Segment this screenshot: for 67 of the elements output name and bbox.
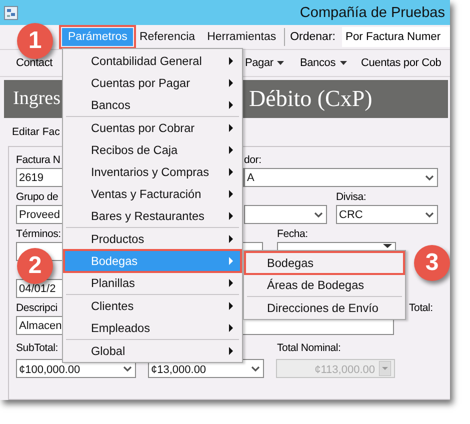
field-label: Total Nominal:	[277, 341, 341, 355]
sort-field[interactable]: Por Factura Numer	[342, 27, 450, 47]
menu-bar-item[interactable]: Referencia	[133, 28, 202, 46]
menu-item[interactable]: Productos	[64, 228, 241, 250]
caret-icon	[277, 61, 284, 65]
callout-badge: 3	[414, 245, 450, 281]
submenu-arrow-icon	[229, 57, 233, 65]
submenu-arrow-icon	[229, 347, 233, 355]
field-label: dor:	[244, 153, 262, 167]
menu-item[interactable]: Ventas y Facturación	[64, 183, 241, 205]
chevron-down-icon	[314, 212, 323, 218]
chevron-down-icon	[123, 366, 132, 372]
header-title: Ingres	[13, 88, 60, 110]
submenu-arrow-icon	[229, 324, 233, 332]
combo-box[interactable]: A	[244, 168, 438, 187]
caret-icon	[340, 61, 346, 65]
submenu-arrow-icon	[229, 168, 233, 176]
field-label: Factura N	[16, 153, 60, 167]
toolbar-button[interactable]: Cuentas por Cob	[361, 57, 442, 69]
menu-item[interactable]: Bancos	[64, 94, 241, 116]
combo-box[interactable]	[244, 205, 327, 224]
sort-label: Ordenar:	[290, 31, 336, 43]
menu-item[interactable]: Cuentas por Cobrar	[64, 117, 241, 139]
menu-item[interactable]: Direcciones de Envío	[245, 297, 404, 319]
submenu-arrow-icon	[229, 190, 233, 198]
menu-item[interactable]: Planillas	[64, 272, 241, 294]
toolbar-button[interactable]: Contact	[16, 57, 53, 69]
menu-bar-item[interactable]: Herramientas	[201, 28, 282, 46]
combo-box[interactable]: CRC	[336, 205, 438, 224]
dropdown-arrow-icon	[379, 361, 391, 376]
submenu-arrow-icon	[229, 124, 233, 132]
dropdown-arrow-icon	[383, 244, 392, 248]
menu-item[interactable]: Bares y Restaurantes	[64, 205, 241, 227]
chevron-down-icon	[251, 366, 260, 372]
chevron-down-icon	[425, 174, 434, 180]
menu-item[interactable]: Empleados	[64, 317, 241, 339]
field-label: Términos:	[16, 227, 61, 241]
menu-item[interactable]: Contabilidad General	[64, 50, 241, 72]
submenu-arrow-icon	[229, 101, 233, 109]
menu-item[interactable]: Recibos de Caja	[64, 139, 241, 161]
toolbar-dropdown[interactable]: Pagar	[245, 57, 284, 69]
callout-badge: 1	[17, 23, 53, 59]
submenu-arrow-icon	[229, 279, 233, 287]
chevron-down-icon	[425, 212, 434, 218]
menu-item[interactable]: Global	[64, 340, 241, 362]
field-label: Fecha:	[277, 227, 308, 241]
field-label: SubTotal:	[16, 341, 58, 355]
submenu-arrow-icon	[229, 79, 233, 87]
menu-item[interactable]: Áreas de Bodegas	[245, 274, 404, 296]
toolbar-dropdown[interactable]: Bancos	[300, 57, 346, 69]
menu-item[interactable]: Cuentas por Pagar	[64, 72, 241, 94]
field-label: Divisa:	[336, 190, 366, 204]
submenu-arrow-icon	[229, 235, 233, 243]
window-title: Compañía de Pruebas	[300, 4, 445, 20]
app-icon	[4, 6, 18, 20]
submenu-arrow-icon	[229, 146, 233, 154]
field-label: Descripci	[16, 301, 58, 315]
field-label: Total:	[409, 301, 433, 315]
submenu-arrow-icon	[229, 212, 233, 220]
header-title: Débito (CxP)	[249, 86, 372, 112]
submenu-arrow-icon	[229, 302, 233, 310]
submenu-arrow-icon	[229, 257, 233, 265]
menu-item[interactable]: Bodegas	[245, 252, 404, 274]
field-label: Grupo de	[16, 190, 58, 204]
menu-item[interactable]: Inventarios y Compras	[64, 161, 241, 183]
menu-item[interactable]: Clientes	[64, 295, 241, 317]
tab-label[interactable]: Editar Fac	[12, 126, 60, 138]
